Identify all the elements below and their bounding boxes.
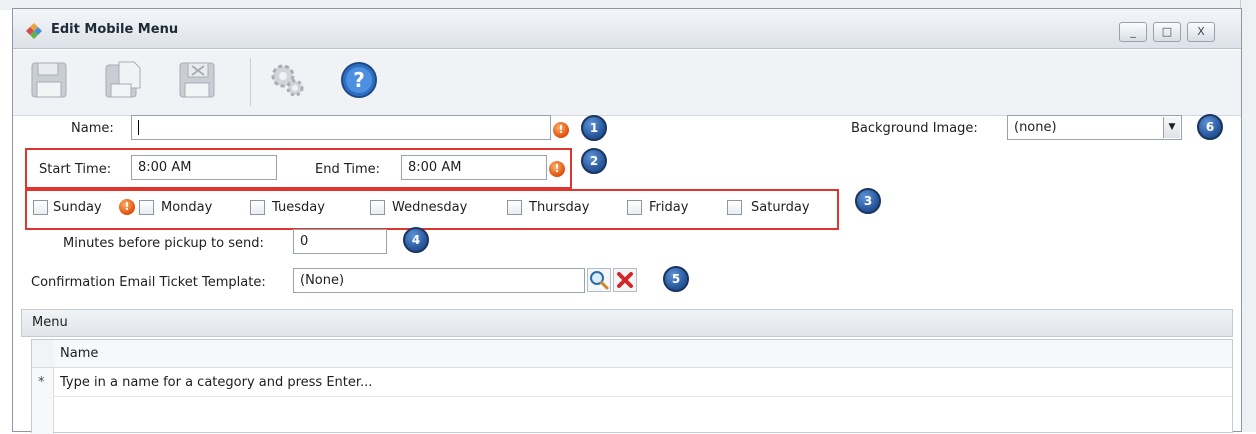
menu-group-header: Menu	[21, 309, 1233, 337]
minutes-before-input[interactable]: 0	[293, 229, 387, 254]
menu-grid: Name * Type in a name for a category and…	[31, 339, 1233, 434]
monday-label: Monday	[161, 200, 213, 215]
new-row-asterisk-icon: *	[38, 375, 45, 390]
new-row-placeholder: Type in a name for a category and press …	[60, 375, 373, 390]
background-image-label: Background Image:	[851, 121, 978, 136]
minimize-button[interactable]: _	[1119, 22, 1147, 42]
confirmation-template-label: Confirmation Email Ticket Template:	[31, 275, 266, 290]
marker-1: 1	[581, 115, 607, 141]
time-warning-icon: !	[549, 161, 565, 177]
name-label: Name:	[71, 121, 114, 136]
end-time-label: End Time:	[315, 162, 381, 177]
tuesday-checkbox[interactable]	[250, 200, 265, 215]
sunday-checkbox[interactable]	[33, 200, 48, 215]
chevron-down-icon[interactable]: ▼	[1163, 117, 1180, 138]
wednesday-checkbox[interactable]	[370, 200, 385, 215]
help-icon[interactable]: ?	[339, 60, 379, 100]
toolbar-separator	[250, 58, 251, 106]
toolbar: ?	[13, 50, 1241, 116]
start-time-label: Start Time:	[39, 162, 112, 177]
floppy-close-icon[interactable]	[177, 60, 217, 100]
app-diamond-icon	[26, 23, 42, 39]
wednesday-label: Wednesday	[392, 200, 468, 215]
close-button[interactable]: X	[1187, 22, 1215, 42]
name-column-header[interactable]: Name	[54, 340, 1232, 368]
svg-text:?: ?	[353, 68, 365, 92]
saturday-label: Saturday	[751, 200, 810, 215]
title-bar: Edit Mobile Menu _ □ X	[13, 9, 1241, 49]
new-category-row[interactable]: Type in a name for a category and press …	[54, 369, 1232, 397]
window-title: Edit Mobile Menu	[51, 22, 179, 37]
minutes-before-label: Minutes before pickup to send:	[63, 236, 264, 251]
marker-2: 2	[581, 148, 607, 174]
marker-3: 3	[855, 188, 881, 214]
background-image-value: (none)	[1014, 120, 1057, 135]
start-time-input[interactable]: 8:00 AM	[131, 155, 277, 180]
marker-4: 4	[403, 227, 429, 253]
confirmation-template-input[interactable]: (None)	[293, 268, 585, 293]
row-indicator-header	[32, 340, 54, 368]
tuesday-label: Tuesday	[272, 200, 325, 215]
end-time-input[interactable]: 8:00 AM	[401, 155, 547, 180]
name-column-label: Name	[60, 346, 99, 361]
maximize-button[interactable]: □	[1153, 22, 1181, 42]
days-warning-icon: !	[119, 199, 135, 215]
friday-label: Friday	[649, 200, 689, 215]
delete-x-icon[interactable]	[613, 268, 637, 292]
floppy-new-icon[interactable]	[103, 60, 143, 100]
friday-checkbox[interactable]	[627, 200, 642, 215]
monday-checkbox[interactable]	[139, 200, 154, 215]
thursday-label: Thursday	[529, 200, 590, 215]
marker-5: 5	[663, 266, 689, 292]
background-image-select[interactable]: (none) ▼	[1007, 115, 1182, 140]
text-caret	[138, 120, 139, 135]
marker-6: 6	[1197, 114, 1223, 140]
saturday-checkbox[interactable]	[727, 200, 742, 215]
magnifier-search-icon[interactable]	[587, 268, 611, 292]
name-warning-icon: !	[553, 122, 569, 138]
name-input[interactable]	[131, 115, 551, 140]
floppy-disk-icon[interactable]	[29, 60, 69, 100]
edit-mobile-menu-window: Edit Mobile Menu _ □ X ? Name: ! 1 Backg…	[12, 8, 1242, 434]
gears-icon[interactable]	[267, 60, 307, 100]
background-right	[1240, 0, 1256, 432]
thursday-checkbox[interactable]	[507, 200, 522, 215]
sunday-label: Sunday	[53, 200, 102, 215]
